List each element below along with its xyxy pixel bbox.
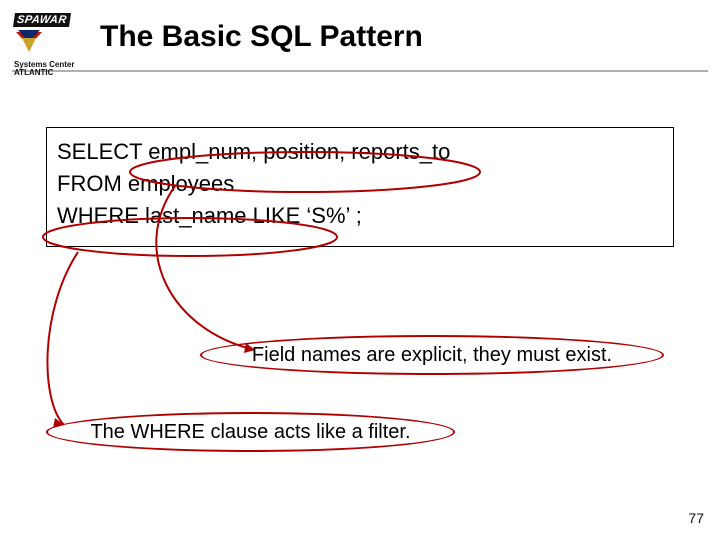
callout-field-names-text: Field names are explicit, they must exis… bbox=[252, 344, 612, 367]
logo-wordmark: SPAWAR bbox=[13, 13, 71, 27]
logo-subtext: Systems Center ATLANTIC bbox=[14, 61, 84, 78]
sql-line-from: FROM employees bbox=[57, 168, 663, 200]
logo-sub-line2: ATLANTIC bbox=[14, 69, 84, 77]
callout-field-names: Field names are explicit, they must exis… bbox=[200, 335, 664, 375]
sql-code-box: SELECT empl_num, position, reports_to FR… bbox=[46, 127, 674, 247]
header-divider bbox=[12, 70, 708, 72]
slide-header: SPAWAR Systems Center ATLANTIC The Basic… bbox=[0, 0, 720, 64]
sql-line-where: WHERE last_name LIKE ‘S%’ ; bbox=[57, 200, 663, 232]
annotation-overlay bbox=[0, 0, 720, 540]
spawar-logo: SPAWAR Systems Center ATLANTIC bbox=[14, 10, 84, 78]
callout-where-clause-text: The WHERE clause acts like a filter. bbox=[90, 421, 410, 444]
page-number: 77 bbox=[688, 510, 704, 526]
slide-title: The Basic SQL Pattern bbox=[100, 20, 720, 54]
callout-where-clause: The WHERE clause acts like a filter. bbox=[46, 412, 455, 452]
sql-line-select: SELECT empl_num, position, reports_to bbox=[57, 136, 663, 168]
logo-chevron-icon bbox=[14, 30, 84, 59]
